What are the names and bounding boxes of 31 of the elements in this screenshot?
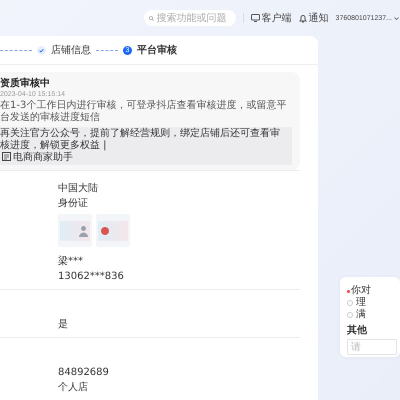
- notifications-link[interactable]: 通知: [308, 11, 329, 25]
- monitor-icon: [250, 14, 260, 22]
- input-field[interactable]: 请: [347, 339, 397, 355]
- step-label: 平台审核: [137, 43, 177, 57]
- radio-button[interactable]: [347, 312, 353, 318]
- tip-text: 再关注官方公众号，提前了解经营规则，绑定店铺后还可查看审核进度，解锁更多权益 |: [0, 128, 281, 152]
- bell-icon: [298, 14, 307, 22]
- field-value: 13062***836: [58, 271, 124, 283]
- id-card-photo[interactable]: [58, 214, 92, 247]
- option-label[interactable]: 满: [356, 309, 366, 321]
- survey-question: 你对: [351, 285, 371, 297]
- field-value: 是: [58, 319, 68, 331]
- field-value: 中国大陆: [58, 183, 98, 195]
- field-value: 身份证: [58, 198, 88, 210]
- field-value: 84892689: [58, 367, 109, 379]
- client-link[interactable]: 客户端: [262, 11, 292, 25]
- chat-icon: [2, 152, 11, 161]
- id-card-photo[interactable]: [96, 214, 130, 247]
- search-field[interactable]: 搜索功能或问题: [144, 10, 236, 26]
- option-label[interactable]: 理: [356, 297, 366, 309]
- field-value: 个人店: [58, 382, 88, 394]
- radio-button[interactable]: [347, 300, 353, 306]
- status-description: 在1-3个工作日内进行审核，可登录抖店查看审核进度，或留意平台发送的审核进度短信: [0, 100, 288, 124]
- step-label: 店铺信息: [51, 44, 91, 57]
- assistant-link[interactable]: 电商商家助手: [13, 152, 73, 163]
- search-icon: [148, 14, 154, 22]
- status-title: 资质审核中: [0, 77, 51, 90]
- field-value: 梁***: [58, 256, 83, 268]
- caret-icon[interactable]: [394, 16, 399, 20]
- other-label: 其他: [347, 325, 368, 337]
- check-icon: [37, 46, 46, 54]
